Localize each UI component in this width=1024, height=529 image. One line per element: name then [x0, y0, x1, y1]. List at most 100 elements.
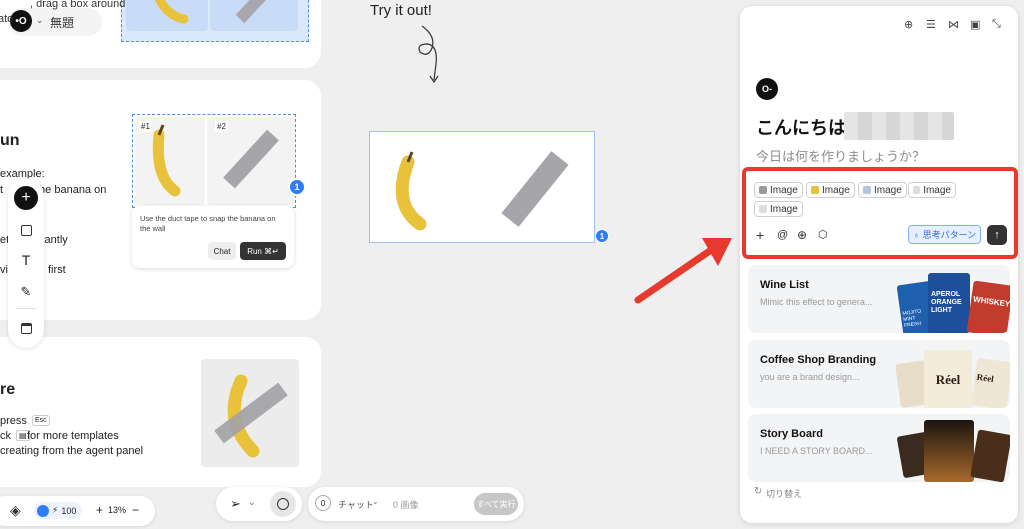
web-globe-icon[interactable]: ⊕ [797, 228, 807, 242]
poster-text: Réel [935, 372, 961, 387]
pointer-tool[interactable]: ➢ [230, 496, 241, 512]
user-name-redacted [844, 112, 954, 140]
logo-icon: •O [15, 15, 27, 27]
prompt-text[interactable]: Use the duct tape to snap the banana on … [140, 214, 288, 234]
project-title[interactable]: 無題 [50, 14, 74, 31]
template-card-coffee[interactable]: Coffee Shop Branding you are a brand des… [748, 340, 1010, 408]
hint-text-2: ato [0, 13, 14, 25]
credits-badge[interactable]: ⚡ 100 [34, 502, 82, 519]
subtitle: 今日は何を作りましょうか？ [756, 149, 926, 164]
example-image-group[interactable]: #1 #2 [132, 114, 296, 208]
coffee-poster-2: Réel [924, 350, 972, 408]
canvas-count-badge: 1 [595, 229, 609, 243]
pointer-chevron-icon[interactable]: ⌄ [248, 497, 256, 508]
rail-divider [16, 308, 36, 309]
zoom-in-button[interactable]: + [96, 503, 103, 517]
template-card-wine[interactable]: Wine List Mimic this effect to genera...… [748, 265, 1010, 333]
canvas-badge-count: 1 [599, 231, 605, 241]
try-it-out-label: Try it out! [370, 2, 432, 19]
image-chip-5[interactable]: Image [754, 201, 803, 217]
taped-banana-image[interactable] [201, 359, 299, 467]
annotation-arrow [634, 238, 732, 304]
layers-icon[interactable]: ◈ [10, 502, 21, 519]
history-icon[interactable]: ☰ [926, 18, 936, 31]
think-pattern-label: 思考パターン [922, 230, 977, 240]
taped-banana-illustration [214, 374, 288, 458]
square-icon [20, 224, 32, 236]
share-icon[interactable]: ⋈ [948, 18, 959, 31]
example-line-a: t [0, 184, 4, 196]
chip-label: Image [874, 184, 902, 196]
story-frame-3 [970, 429, 1010, 482]
templates-text: for more templates [27, 430, 119, 442]
rectangle-tool[interactable] [14, 218, 38, 242]
image-thumb [913, 186, 921, 194]
run-button[interactable]: Run ⌘↵ [240, 242, 286, 260]
save-icon[interactable]: ▣ [970, 18, 980, 31]
pen-image-thumb [759, 186, 767, 194]
chat-selector[interactable]: チャット [338, 498, 374, 511]
image-chip-3[interactable]: Image [858, 182, 907, 198]
greeting: こんにちは [756, 118, 846, 138]
run-all-button[interactable]: すべて実行 [474, 493, 518, 515]
arrow-up-icon: ↑ [994, 229, 1000, 241]
cube-icon[interactable]: ⬡ [818, 228, 828, 241]
batch-count-value: 0 [320, 498, 326, 508]
run-all-label: すべて実行 [476, 499, 516, 509]
layout-tool[interactable] [14, 316, 38, 340]
layout-icon [20, 322, 32, 334]
chat-bubble-icon [277, 498, 289, 510]
logo-icon: O- [762, 84, 772, 94]
poster-text: Réel [976, 371, 995, 385]
pen-tool[interactable]: ✎ [14, 280, 38, 304]
template-title: Story Board [760, 428, 823, 440]
canvas-image-frame[interactable] [369, 131, 595, 243]
text-tool[interactable]: T [14, 248, 38, 272]
add-button[interactable]: + [14, 186, 38, 210]
bolt-icon: ⚡ [52, 505, 59, 515]
mention-icon[interactable]: @ [777, 229, 788, 241]
new-chat-icon[interactable]: ⊕ [904, 18, 913, 31]
chip-label: Image [822, 184, 850, 196]
zoom-out-button[interactable]: − [132, 503, 139, 517]
tape-image-thumb [863, 186, 871, 194]
app-logo[interactable]: •O [10, 10, 32, 32]
selected-image-group[interactable] [121, 0, 309, 42]
attach-plus-icon[interactable]: + [756, 227, 764, 243]
chat-mode-button[interactable] [270, 491, 296, 517]
chip-label: Image [770, 203, 798, 215]
chat-button[interactable]: Chat [208, 242, 236, 260]
pen-icon: ✎ [20, 284, 32, 299]
switch-label[interactable]: 切り替え [766, 487, 802, 500]
template-card-storyboard[interactable]: Story Board I NEED A STORY BOARD... [748, 414, 1010, 482]
image-label-2: #2 [215, 121, 228, 132]
avatar [37, 504, 49, 517]
wine-poster-2: APEROL ORANGE LIGHT [928, 273, 970, 333]
press-text: press [0, 415, 27, 427]
zoom-level[interactable]: 13% [108, 505, 126, 515]
chat-selector-chevron-icon[interactable]: ⌄ [372, 497, 379, 506]
canvas-card-run: un example: t the banana on et stantly v… [0, 80, 321, 320]
poster-text: MOJITO MINT FRESH [902, 308, 922, 329]
tape-thumbnail[interactable] [210, 0, 298, 31]
batch-count: 0 [315, 495, 331, 511]
collapse-icon[interactable]: ⤡ [992, 18, 1001, 31]
image-chip-1[interactable]: Image [754, 182, 803, 198]
image-chip-4[interactable]: Image [908, 182, 956, 198]
banana-thumbnail[interactable] [126, 0, 208, 31]
switch-icon[interactable]: ↻ [754, 486, 762, 497]
poster-text: APEROL ORANGE LIGHT [931, 291, 962, 314]
esc-key: Esc [32, 415, 50, 426]
title-chevron-icon[interactable]: ⌄ [36, 15, 44, 26]
prompt-popover: Use the duct tape to snap the banana on … [132, 206, 294, 268]
image-chip-2[interactable]: Image [806, 182, 855, 198]
think-pattern-button[interactable]: ♁ 思考パターン [908, 225, 981, 244]
card-heading-2: re [0, 381, 16, 398]
template-desc: you are a brand design... [760, 372, 860, 382]
canvas-card-explore: re press Esc ck ▤ for more templates cre… [0, 337, 321, 487]
send-button[interactable]: ↑ [987, 225, 1007, 245]
banana-image-thumb [811, 186, 819, 194]
credits-count: 100 [61, 505, 77, 516]
chip-label: Image [770, 184, 798, 196]
coffee-poster-3: Réel [970, 357, 1010, 408]
